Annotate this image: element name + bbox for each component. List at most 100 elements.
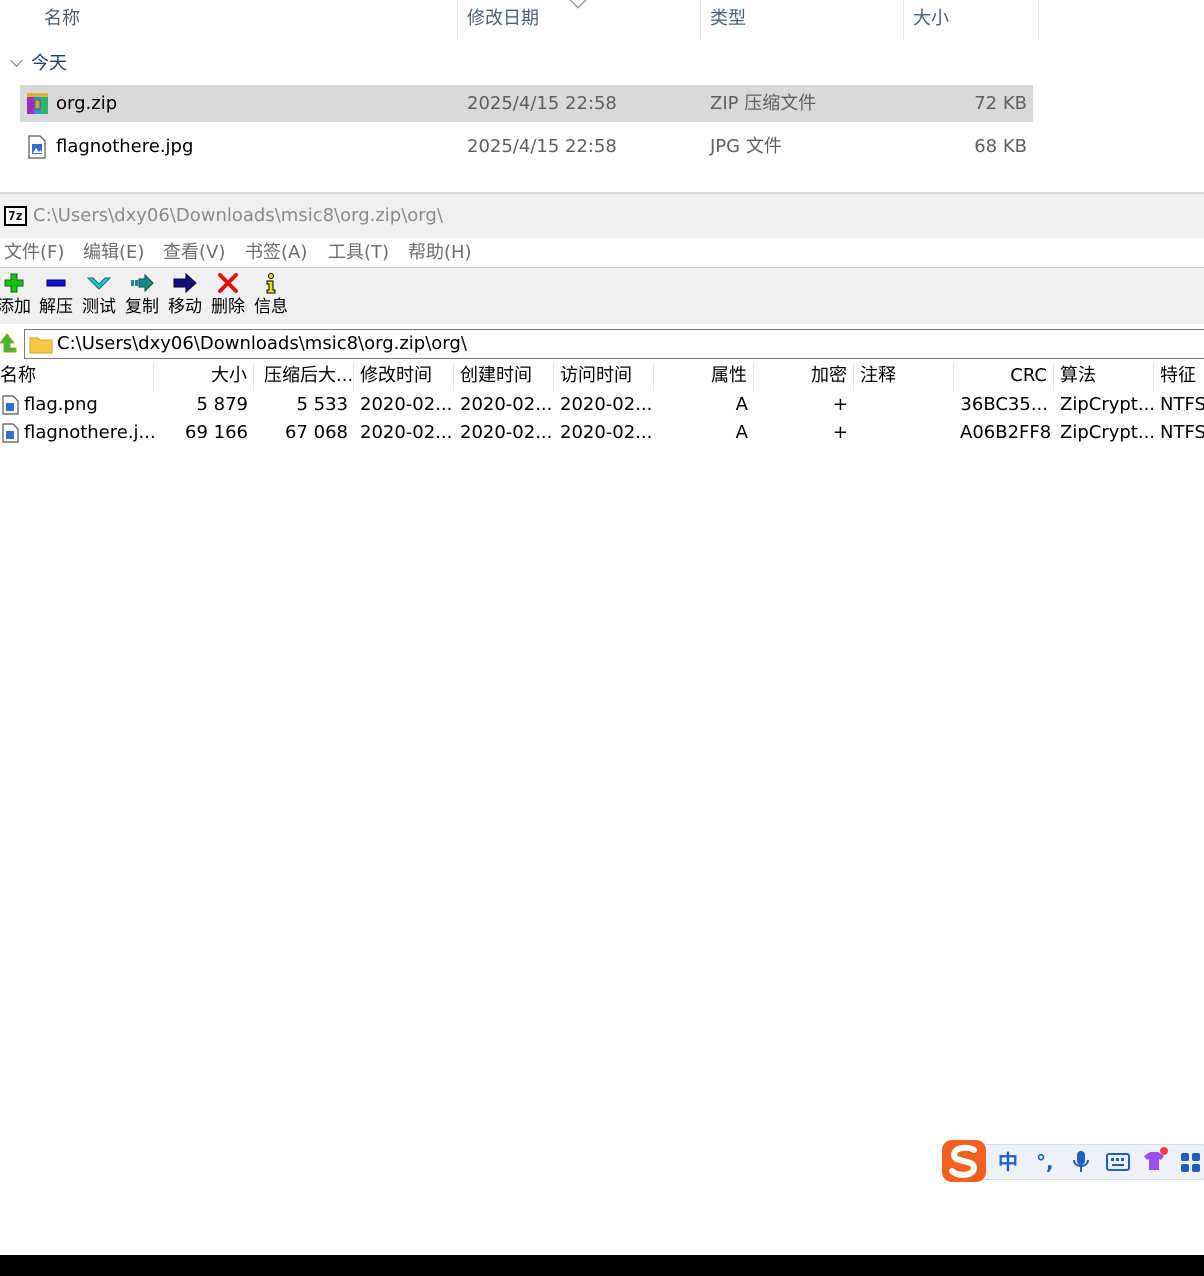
file-size: 68 KB bbox=[974, 136, 1027, 157]
column-header-method[interactable]: 算法 bbox=[1054, 363, 1154, 391]
move-label: 移动 bbox=[168, 297, 202, 317]
file-row-org-zip[interactable]: org.zip 2025/4/15 22:58 ZIP 压缩文件 72 KB bbox=[20, 85, 1033, 122]
test-icon bbox=[87, 277, 111, 290]
row-attributes: A bbox=[735, 394, 748, 415]
row-modified: 2020-02... bbox=[360, 394, 453, 415]
address-bar: C:\Users\dxy06\Downloads\msic8\org.zip\o… bbox=[0, 328, 1204, 360]
column-header-encrypted[interactable]: 加密 bbox=[754, 363, 854, 391]
file-size: 72 KB bbox=[974, 93, 1027, 114]
taskbar bbox=[0, 1255, 1204, 1276]
up-folder-button[interactable] bbox=[0, 332, 20, 356]
column-divider[interactable] bbox=[700, 0, 701, 40]
row-characteristics: NTFS bbox=[1160, 422, 1204, 443]
add-icon bbox=[4, 273, 24, 293]
test-label: 测试 bbox=[82, 297, 116, 317]
ime-punctuation-toggle[interactable]: °, bbox=[1036, 1150, 1054, 1174]
column-header-accessed[interactable]: 访问时间 bbox=[554, 363, 654, 391]
column-header-size[interactable]: 大小 bbox=[154, 363, 254, 391]
folder-icon bbox=[29, 337, 53, 354]
menu-help[interactable]: 帮助(H) bbox=[408, 240, 472, 266]
file-list: 名称 大小 压缩后大... 修改时间 创建时间 访问时间 属性 加密 注释 CR… bbox=[0, 363, 1204, 1243]
menu-bar: 文件(F) 编辑(E) 查看(V) 书签(A) 工具(T) 帮助(H) bbox=[0, 238, 1204, 268]
row-name: flag.png bbox=[24, 394, 98, 415]
row-method: ZipCrypt... bbox=[1060, 394, 1154, 415]
7zip-window: 7z C:\Users\dxy06\Downloads\msic8\org.zi… bbox=[0, 194, 1204, 1255]
move-button[interactable]: 移动 bbox=[165, 272, 205, 322]
extract-button[interactable]: 解压 bbox=[36, 272, 76, 322]
file-explorer: 名称 修改日期 类型 大小 今天 org.zip 2025/4/15 22:58… bbox=[0, 0, 1204, 193]
zip-archive-icon bbox=[26, 92, 48, 114]
column-header-crc[interactable]: CRC bbox=[954, 363, 1054, 391]
column-header-created[interactable]: 创建时间 bbox=[454, 363, 554, 391]
menu-edit[interactable]: 编辑(E) bbox=[83, 240, 144, 266]
chevron-down-icon bbox=[10, 54, 23, 67]
menu-view[interactable]: 查看(V) bbox=[163, 240, 225, 266]
file-row-flagnothere-jpg[interactable]: flagnothere.jpg 2025/4/15 22:58 JPG 文件 6… bbox=[20, 128, 1033, 165]
sogou-logo-icon[interactable] bbox=[940, 1138, 990, 1186]
test-button[interactable]: 测试 bbox=[79, 272, 119, 322]
row-encrypted: + bbox=[832, 394, 848, 415]
column-divider[interactable] bbox=[903, 0, 904, 40]
path-text: C:\Users\dxy06\Downloads\msic8\org.zip\o… bbox=[57, 333, 467, 354]
toolbox-icon[interactable] bbox=[1180, 1152, 1202, 1174]
menu-tools[interactable]: 工具(T) bbox=[328, 240, 389, 266]
delete-icon bbox=[218, 273, 238, 293]
column-header-name[interactable]: 名称 bbox=[44, 0, 80, 40]
column-header-modified[interactable]: 修改日期 bbox=[467, 0, 539, 40]
row-crc: 36BC35... bbox=[960, 394, 1048, 415]
add-button[interactable]: 添加 bbox=[0, 272, 34, 322]
column-divider[interactable] bbox=[1038, 0, 1039, 40]
copy-label: 复制 bbox=[125, 297, 159, 317]
row-attributes: A bbox=[735, 422, 748, 443]
menu-file[interactable]: 文件(F) bbox=[4, 240, 64, 266]
copy-button[interactable]: 复制 bbox=[122, 272, 162, 322]
row-method: ZipCrypt... bbox=[1060, 422, 1154, 443]
info-button[interactable]: 信息 bbox=[251, 272, 291, 322]
file-modified: 2025/4/15 22:58 bbox=[467, 93, 617, 114]
column-header-characteristics[interactable]: 特征 bbox=[1154, 363, 1204, 391]
ime-toolbar: 中 °, bbox=[940, 1138, 1204, 1186]
column-header-comment[interactable]: 注释 bbox=[854, 363, 954, 391]
window-title: C:\Users\dxy06\Downloads\msic8\org.zip\o… bbox=[33, 205, 443, 226]
file-modified: 2025/4/15 22:58 bbox=[467, 136, 617, 157]
copy-icon bbox=[131, 273, 154, 293]
column-header-attributes[interactable]: 属性 bbox=[654, 363, 754, 391]
row-modified: 2020-02... bbox=[360, 422, 453, 443]
group-header-today[interactable]: 今天 bbox=[10, 50, 67, 78]
row-crc: A06B2FF8 bbox=[960, 422, 1052, 443]
image-file-icon bbox=[26, 135, 48, 159]
column-header-name[interactable]: 名称 bbox=[0, 363, 154, 391]
extract-label: 解压 bbox=[39, 297, 73, 317]
row-size: 69 166 bbox=[185, 422, 248, 443]
row-packed-size: 67 068 bbox=[285, 422, 348, 443]
column-header-size[interactable]: 大小 bbox=[913, 0, 949, 40]
move-icon bbox=[173, 272, 197, 294]
column-divider[interactable] bbox=[457, 0, 458, 40]
table-row[interactable]: flagnothere.j... 69 166 67 068 2020-02..… bbox=[0, 419, 1204, 447]
row-accessed: 2020-02... bbox=[560, 394, 653, 415]
menu-bookmarks[interactable]: 书签(A) bbox=[245, 240, 307, 266]
file-type: ZIP 压缩文件 bbox=[710, 93, 817, 114]
column-header-modified[interactable]: 修改时间 bbox=[354, 363, 454, 391]
ime-mode-toggle[interactable]: 中 bbox=[998, 1150, 1018, 1174]
row-comment bbox=[854, 391, 954, 419]
row-accessed: 2020-02... bbox=[560, 422, 653, 443]
table-row[interactable]: flag.png 5 879 5 533 2020-02... 2020-02.… bbox=[0, 391, 1204, 419]
info-icon bbox=[266, 273, 276, 294]
keyboard-icon[interactable] bbox=[1106, 1152, 1130, 1172]
path-field[interactable]: C:\Users\dxy06\Downloads\msic8\org.zip\o… bbox=[24, 329, 1204, 359]
file-name: flagnothere.jpg bbox=[56, 136, 194, 157]
title-bar[interactable]: 7z C:\Users\dxy06\Downloads\msic8\org.zi… bbox=[0, 194, 1204, 238]
row-characteristics: NTFS bbox=[1160, 394, 1204, 415]
row-name: flagnothere.j... bbox=[24, 422, 154, 443]
add-label: 添加 bbox=[0, 297, 31, 317]
row-encrypted: + bbox=[832, 422, 848, 443]
skin-icon[interactable] bbox=[1140, 1146, 1168, 1174]
column-header-packed-size[interactable]: 压缩后大... bbox=[254, 363, 354, 391]
delete-button[interactable]: 删除 bbox=[208, 272, 248, 322]
microphone-icon[interactable] bbox=[1072, 1150, 1090, 1174]
column-header-type[interactable]: 类型 bbox=[710, 0, 746, 40]
row-created: 2020-02... bbox=[460, 394, 553, 415]
extract-icon bbox=[46, 279, 66, 287]
row-packed-size: 5 533 bbox=[296, 394, 348, 415]
